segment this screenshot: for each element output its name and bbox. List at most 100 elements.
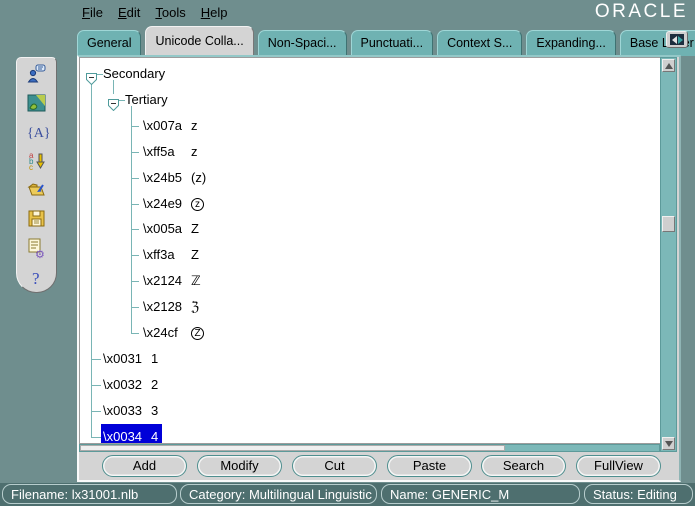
character-glyph: (z) xyxy=(191,170,206,185)
tree-tick-line xyxy=(91,437,101,438)
tree-item-label: Tertiary xyxy=(123,87,172,113)
map-territory-button[interactable] xyxy=(24,92,50,116)
character-glyph: Z xyxy=(191,327,204,340)
tree-item-xff5a[interactable]: \xff5az xyxy=(81,139,659,165)
tree-item-label-selected: \x00344 xyxy=(101,424,162,444)
tree-tick-line xyxy=(131,281,139,282)
tree-item-x0031[interactable]: \x00311 xyxy=(81,346,659,372)
floppy-save-button[interactable] xyxy=(24,208,50,232)
fullview-button[interactable]: FullView xyxy=(576,455,661,477)
tree-item-x007a[interactable]: \x007az xyxy=(81,113,659,139)
person-speech-button[interactable] xyxy=(24,63,50,87)
charset-braces-a-button[interactable]: {A} xyxy=(24,121,50,145)
scroll-down-button[interactable] xyxy=(662,437,675,450)
tree-item-secondary[interactable]: Secondary xyxy=(81,61,659,87)
tab-unicode-colla[interactable]: Unicode Colla... xyxy=(145,26,253,56)
vertical-scrollbar[interactable] xyxy=(660,57,677,452)
tree-item-label: \x00333 xyxy=(101,398,162,424)
question-help-button[interactable]: ? xyxy=(24,266,50,290)
tree-node-text: Secondary xyxy=(103,66,165,81)
tree-item-x0034[interactable]: \x00344 xyxy=(81,424,659,444)
scroll-up-button[interactable] xyxy=(662,59,675,72)
tree-tick-line xyxy=(131,229,139,230)
modify-button[interactable]: Modify xyxy=(197,455,282,477)
codepoint-text: \x0033 xyxy=(103,398,151,423)
status-bar: Filename: lx31001.nlbCategory: Multiling… xyxy=(0,483,695,506)
tree-item-x0032[interactable]: \x00322 xyxy=(81,372,659,398)
tree-tick-line xyxy=(131,152,139,153)
tree-item-label: Secondary xyxy=(101,61,169,87)
tree-tick-line xyxy=(131,307,139,308)
tab-scroll-button[interactable] xyxy=(666,31,688,48)
tree-item-label: \x005aZ xyxy=(141,216,203,242)
tab-expanding[interactable]: Expanding... xyxy=(526,30,616,56)
character-glyph: ℨ xyxy=(191,299,199,314)
tree-collapse-toggle-icon[interactable] xyxy=(86,68,97,80)
tree-item-x005a[interactable]: \x005aZ xyxy=(81,216,659,242)
status-editing: Status: Editing xyxy=(584,484,693,504)
floppy-save-icon xyxy=(26,208,48,233)
document-gear-icon: ⚙ xyxy=(26,237,48,262)
tree-tick-line xyxy=(131,255,139,256)
search-button[interactable]: Search xyxy=(481,455,566,477)
codepoint-text: \x24cf xyxy=(143,320,191,345)
tree-item-label: \x007az xyxy=(141,113,202,139)
tree-item-x0033[interactable]: \x00333 xyxy=(81,398,659,424)
document-gear-button[interactable]: ⚙ xyxy=(24,237,50,261)
menu-help[interactable]: Help xyxy=(201,5,228,20)
codepoint-text: \xff5a xyxy=(143,139,191,164)
codepoint-text: \x24e9 xyxy=(143,191,191,216)
action-button-row: Add Modify Cut Paste Search FullView xyxy=(79,452,679,480)
tree-item-xff3a[interactable]: \xff3aZ xyxy=(81,242,659,268)
status-filename: Filename: lx31001.nlb xyxy=(2,484,177,504)
character-glyph: z xyxy=(191,198,204,211)
tab-general[interactable]: General xyxy=(77,30,141,56)
tree-item-label: \x2128ℨ xyxy=(141,294,203,320)
character-glyph: z xyxy=(191,144,198,159)
character-glyph: Z xyxy=(191,221,199,236)
tree-tick-line xyxy=(131,333,139,334)
menu-file[interactable]: File xyxy=(82,5,103,20)
abc-sort-button[interactable]: abc xyxy=(24,150,50,174)
tree-tick-line xyxy=(131,204,139,205)
tree-item-x24e9[interactable]: \x24e9z xyxy=(81,191,659,217)
tree-item-label: \x00311 xyxy=(101,346,162,372)
tree-item-x2128[interactable]: \x2128ℨ xyxy=(81,294,659,320)
arrow-up-icon xyxy=(665,63,673,69)
tree-item-x24cf[interactable]: \x24cfZ xyxy=(81,320,659,346)
tab-non-spaci[interactable]: Non-Spaci... xyxy=(258,30,347,56)
menubar: FileEditToolsHelp ORACLE xyxy=(0,0,695,25)
tab-punctuati[interactable]: Punctuati... xyxy=(351,30,434,56)
svg-text:⚙: ⚙ xyxy=(35,248,45,259)
cut-button[interactable]: Cut xyxy=(292,455,377,477)
paste-button[interactable]: Paste xyxy=(387,455,472,477)
collation-tree: SecondaryTertiary\x007az\xff5az\x24b5(z)… xyxy=(81,59,659,443)
tree-item-x24b5[interactable]: \x24b5(z) xyxy=(81,165,659,191)
tab-context-s[interactable]: Context S... xyxy=(437,30,522,56)
tab-bar: GeneralUnicode Colla...Non-Spaci...Punct… xyxy=(77,26,695,56)
character-glyph: 3 xyxy=(151,403,158,418)
open-folder-button[interactable] xyxy=(24,179,50,203)
person-speech-icon xyxy=(26,63,48,88)
add-button[interactable]: Add xyxy=(102,455,187,477)
tree-item-label: \x2124ℤ xyxy=(141,268,205,294)
tree-collapse-toggle-icon[interactable] xyxy=(108,94,119,106)
menu-edit[interactable]: Edit xyxy=(118,5,140,20)
menu-items: File Edit Tools Help xyxy=(0,5,227,20)
tree-item-tertiary[interactable]: Tertiary xyxy=(81,87,659,113)
tree-item-label: \xff3aZ xyxy=(141,242,203,268)
tree-item-x2124[interactable]: \x2124ℤ xyxy=(81,268,659,294)
horizontal-scrollbar[interactable] xyxy=(79,444,660,452)
vertical-scroll-thumb[interactable] xyxy=(662,216,675,232)
tree-tick-line xyxy=(131,178,139,179)
horizontal-scroll-thumb[interactable] xyxy=(80,445,505,451)
codepoint-text: \x24b5 xyxy=(143,165,191,190)
menu-tools[interactable]: Tools xyxy=(155,5,185,20)
tree-item-label: \x24cfZ xyxy=(141,320,208,346)
codepoint-text: \xff3a xyxy=(143,242,191,267)
codepoint-text: \x005a xyxy=(143,216,191,241)
tree-item-label: \x24e9z xyxy=(141,191,208,217)
codepoint-text: \x007a xyxy=(143,113,191,138)
codepoint-text: \x0032 xyxy=(103,372,151,397)
charset-braces-a-icon: {A} xyxy=(25,121,49,146)
